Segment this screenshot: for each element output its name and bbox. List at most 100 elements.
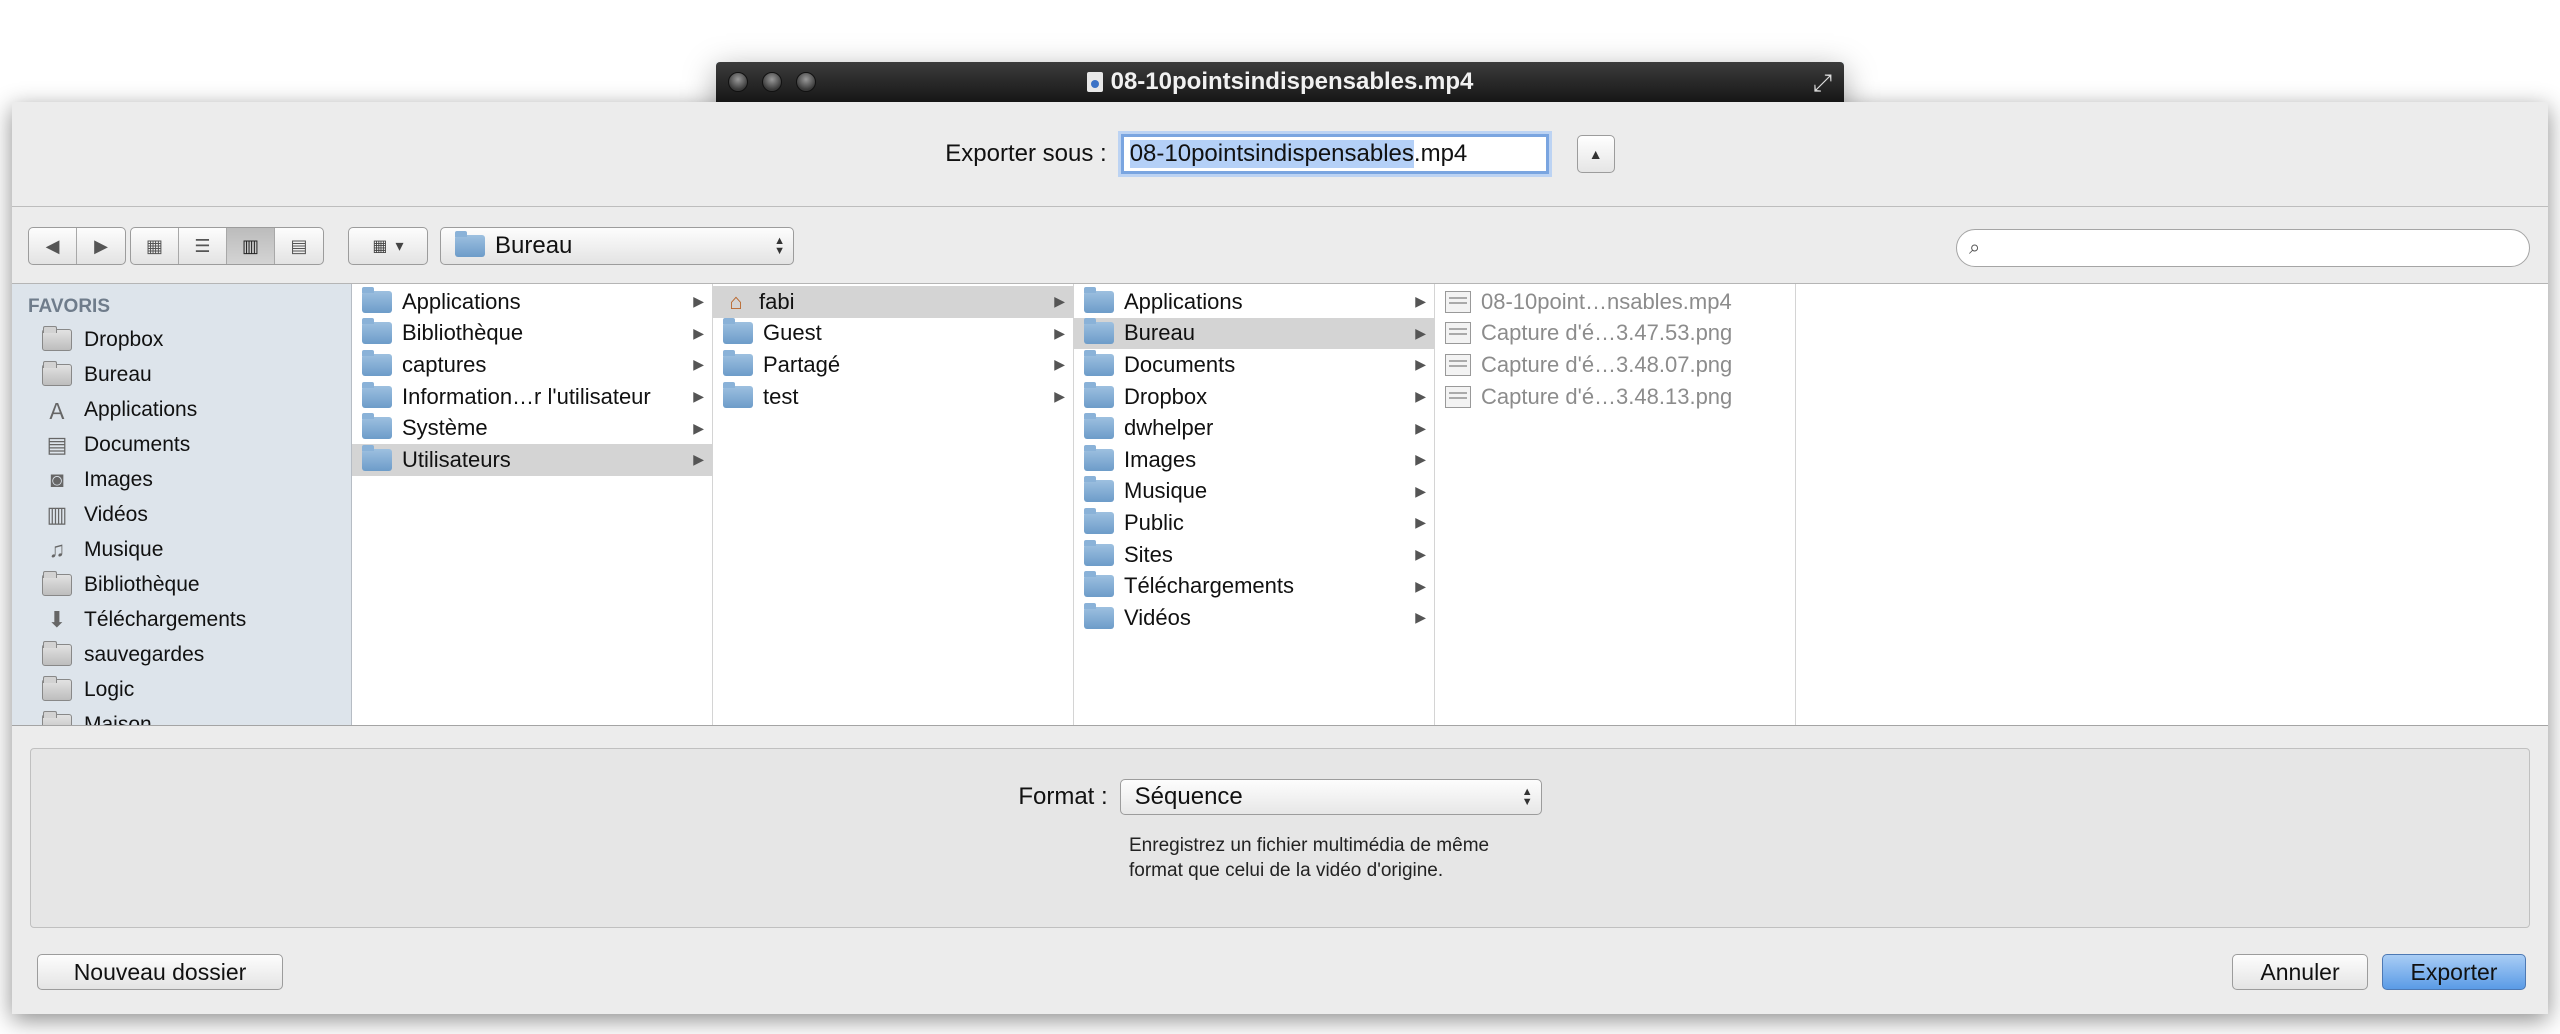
home-icon: ⌂ [729,288,743,314]
history-nav: ◀ ▶ [28,227,126,265]
cancel-button[interactable]: Annuler [2232,954,2368,990]
browser-column-home: Applications ▶ Bureau ▶ Documents ▶ Dropbox… [1074,284,1435,725]
file-item[interactable]: 08-10point…nsables.mp4 [1435,286,1795,318]
export-button[interactable]: Exporter [2382,954,2526,990]
sidebar-item-bureau[interactable]: Bureau [12,357,351,392]
window-title-text: 08-10pointsindispensables.mp4 [1110,68,1474,95]
file-item[interactable]: Capture d'é…3.48.13.png [1435,381,1795,413]
forward-button[interactable]: ▶ [77,228,125,264]
list-item-sites[interactable]: Sites ▶ [1074,539,1434,571]
chevron-right-icon: ▶ [693,388,704,405]
file-item[interactable]: Capture d'é…3.47.53.png [1435,318,1795,350]
format-description-line: format que celui de la vidéo d'origine. [1129,860,1444,881]
sidebar-item-videos[interactable]: ▥ Vidéos [12,497,351,532]
format-description-line: Enregistrez un fichier multimédia de mêm… [1129,835,1490,856]
format-select[interactable]: Séquence ▲ ▼ [1119,779,1542,815]
list-item-applications[interactable]: Applications ▶ [352,286,712,318]
browser-column-empty [1796,284,2548,725]
triangle-up-icon: ▲ [1588,146,1603,162]
list-item-captures[interactable]: captures ▶ [352,349,712,381]
browser-column-bureau: 08-10point…nsables.mp4 Capture d'é…3.47.… [1435,284,1796,725]
list-item-systeme[interactable]: Système ▶ [352,412,712,444]
window-titlebar[interactable]: 08-10pointsindispensables.mp4 ⤢ [716,62,1844,102]
list-item-information[interactable]: Information…r l'utilisateur ▶ [352,381,712,413]
alias-folder-icon [362,381,392,408]
list-item-utilisateurs[interactable]: Utilisateurs ▶ [352,443,712,476]
format-selected-value: Séquence [1134,783,1243,810]
arrow-right-icon: ▶ [94,235,108,256]
folder-icon [1084,539,1114,566]
list-item-dwhelper[interactable]: dwhelper ▶ [1074,412,1434,444]
location-popup[interactable]: Bureau ▲ ▼ [440,227,794,265]
chevron-right-icon: ▶ [693,419,704,436]
list-item-dropbox[interactable]: Dropbox ▶ [1074,381,1434,413]
sidebar-item-logic[interactable]: Logic [12,672,351,707]
coverflow-icon: ▤ [290,235,308,256]
browser-toolbar: ◀ ▶ ▦ ☰ ▥ ▤ ▦ ▾ Bureau ▲ ▼ ⌕ [12,206,2548,284]
folder-icon [362,349,392,376]
folder-icon [1084,318,1114,345]
chevron-right-icon: ▶ [1415,609,1426,626]
zoom-window-button[interactable] [796,72,816,92]
sidebar-item-maison[interactable]: Maison [12,707,351,725]
sidebar-item-bibliotheque[interactable]: Bibliothèque [12,567,351,602]
folder-icon [42,640,72,667]
location-label: Bureau [495,232,573,259]
sidebar-item-applications[interactable]: Ａ Applications [12,392,351,427]
export-filename-field[interactable]: 08-10pointsindispensables .mp4 [1120,134,1549,174]
chevron-right-icon: ▶ [1415,293,1426,310]
arrow-left-icon: ◀ [45,235,60,256]
list-item-musique[interactable]: Musique ▶ [1074,476,1434,508]
list-item-videos[interactable]: Vidéos ▶ [1074,602,1434,634]
minimize-window-button[interactable] [762,72,782,92]
column-view-button[interactable]: ▥ [227,228,275,264]
sidebar-item-documents[interactable]: ▤ Documents [12,427,351,462]
chevron-right-icon: ▶ [1054,388,1065,405]
desktop-icon [42,360,72,387]
sidebar-item-label: sauvegardes [84,642,205,666]
traffic-lights [728,72,816,92]
list-item-bibliotheque[interactable]: Bibliothèque ▶ [352,318,712,350]
sidebar-item-sauvegardes[interactable]: sauvegardes [12,637,351,672]
sidebar-item-musique[interactable]: ♫ Musique [12,532,351,567]
list-item-telechargements[interactable]: Téléchargements ▶ [1074,570,1434,602]
list-item-test[interactable]: test ▶ [713,381,1073,413]
sidebar-item-telechargements[interactable]: ⬇ Téléchargements [12,602,351,637]
sidebar-item-dropbox[interactable]: Dropbox [12,322,351,357]
folder-icon [1084,381,1114,408]
chevron-right-icon: ▶ [1415,577,1426,594]
list-item-bureau[interactable]: Bureau ▶ [1074,317,1434,350]
sidebar-item-label: Bureau [84,362,152,386]
new-folder-button[interactable]: Nouveau dossier [37,954,283,990]
list-item-applications[interactable]: Applications ▶ [1074,286,1434,318]
sidebar-item-images[interactable]: ◙ Images [12,462,351,497]
coverflow-view-button[interactable]: ▤ [275,228,323,264]
back-button[interactable]: ◀ [29,228,77,264]
search-icon: ⌕ [1969,236,1981,259]
search-input[interactable]: ⌕ [1956,229,2530,267]
sidebar-item-label: Images [84,467,153,491]
export-as-label: Exporter sous : [945,140,1107,167]
image-file-icon [1445,385,1471,408]
chevron-right-icon: ▶ [1415,482,1426,499]
list-item-guest[interactable]: Guest ▶ [713,318,1073,350]
list-item-documents[interactable]: Documents ▶ [1074,349,1434,381]
list-item-images[interactable]: Images ▶ [1074,444,1434,476]
file-item[interactable]: Capture d'é…3.48.07.png [1435,349,1795,381]
list-item-fabi[interactable]: ⌂ fabi ▶ [713,286,1073,318]
chevron-right-icon: ▶ [1415,546,1426,563]
icon-view-button[interactable]: ▦ [131,228,179,264]
sidebar-item-label: Logic [84,677,135,701]
folder-icon [723,381,753,408]
list-view-button[interactable]: ☰ [179,228,227,264]
close-window-button[interactable] [728,72,748,92]
arrange-grid-icon: ▦ [372,238,388,255]
folder-icon [723,318,753,345]
list-item-partage[interactable]: Partagé ▶ [713,349,1073,381]
fullscreen-icon[interactable]: ⤢ [1813,70,1832,98]
list-item-public[interactable]: Public ▶ [1074,507,1434,539]
arrange-button[interactable]: ▦ ▾ [348,227,428,265]
format-description: Enregistrez un fichier multimédia de mêm… [1129,833,1569,883]
format-row: Format : Séquence ▲ ▼ [31,779,2529,815]
collapse-browser-button[interactable]: ▲ [1576,135,1615,173]
